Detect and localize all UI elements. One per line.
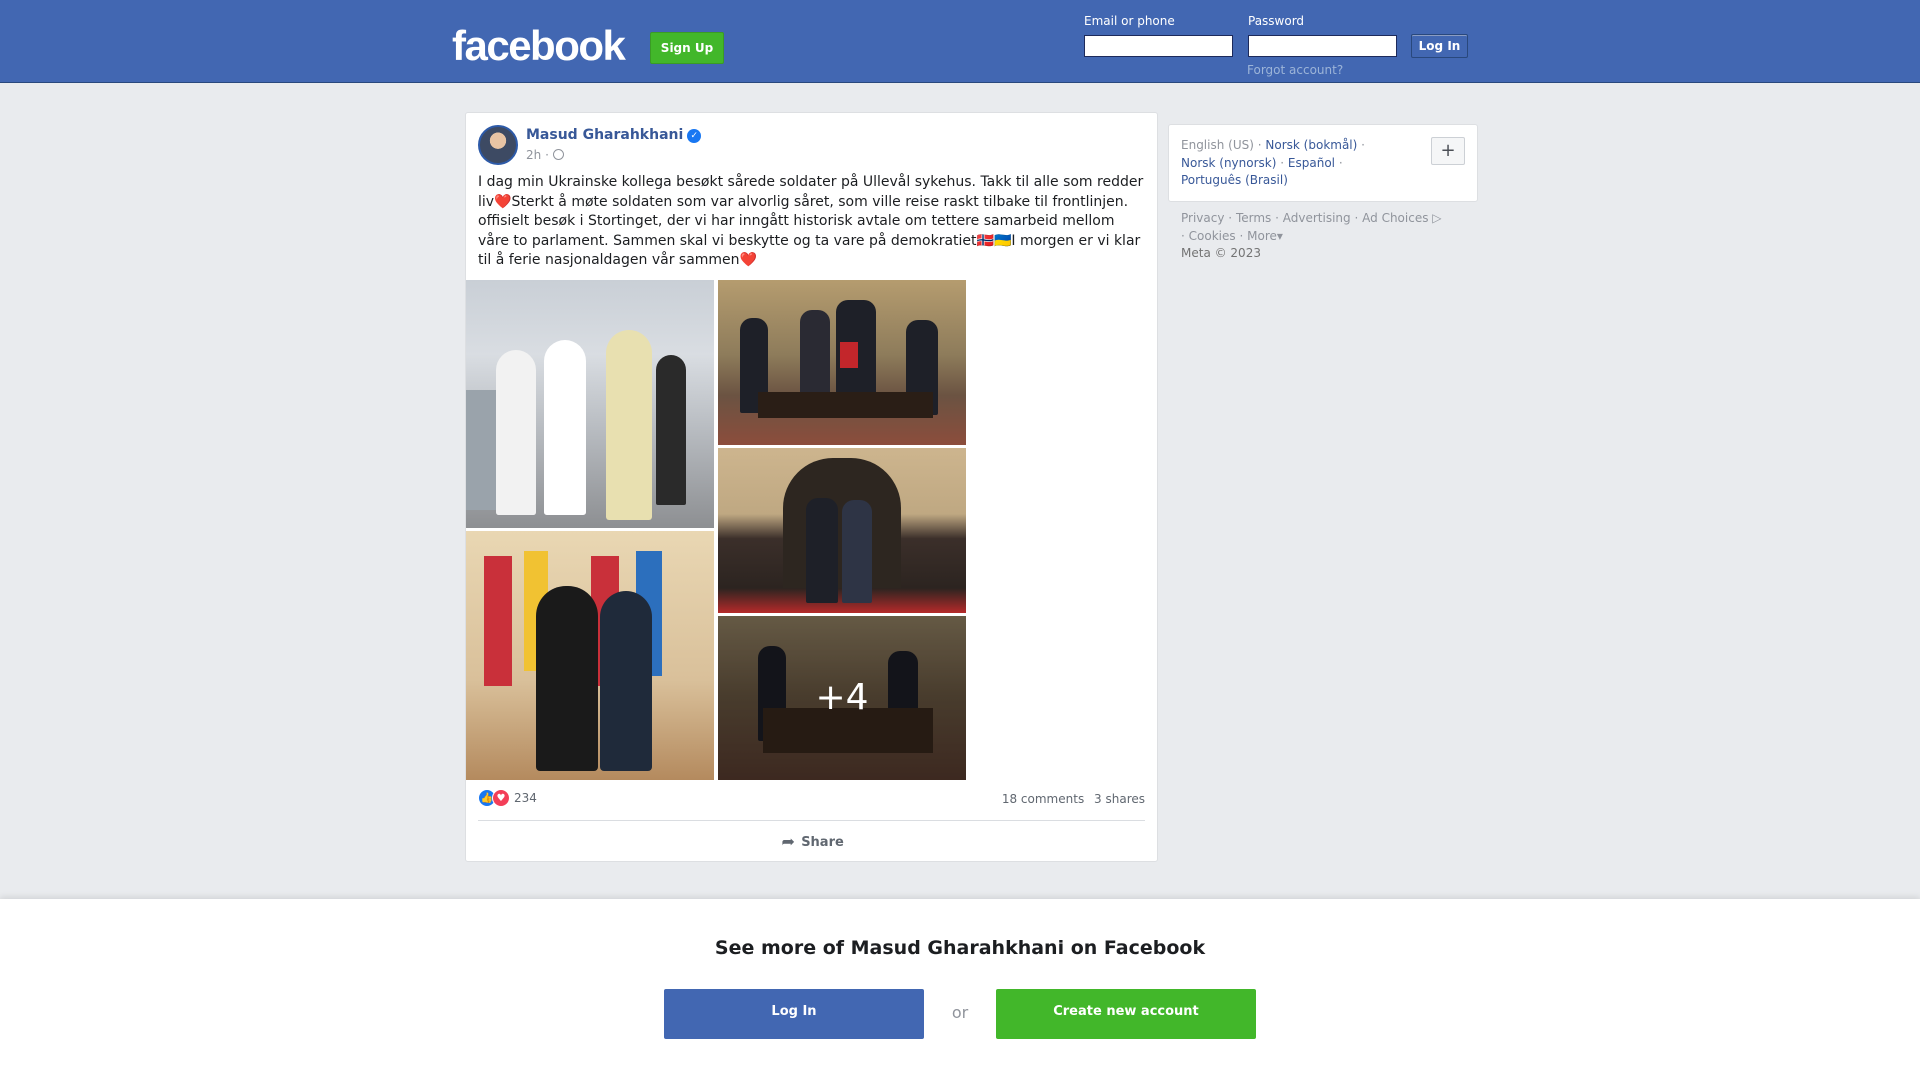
post-author-row: Masud Gharahkhani ✓ [526, 127, 702, 143]
share-label: Share [801, 835, 844, 850]
post-author[interactable]: Masud Gharahkhani [526, 127, 683, 143]
password-label: Password [1248, 14, 1305, 28]
avatar[interactable] [478, 125, 518, 165]
photo-4[interactable] [466, 531, 714, 780]
comments-count[interactable]: 18 comments [1002, 792, 1084, 806]
or-label: or [951, 1003, 969, 1022]
reaction-count: 234 [514, 791, 537, 805]
footer-link-more[interactable]: More [1247, 229, 1277, 243]
login-button[interactable]: Log In [1411, 34, 1468, 58]
top-bar: facebook Sign Up Email or phone Password… [0, 0, 1920, 83]
caret-down-icon: ▾ [1276, 228, 1283, 243]
email-field[interactable] [1084, 35, 1233, 57]
language-link-norsk-bokmal[interactable]: Norsk (bokmål) [1265, 138, 1357, 152]
post-card: Masud Gharahkhani ✓ 2h · I dag min Ukrain… [465, 112, 1158, 862]
footer-link-ad-choices[interactable]: Ad Choices [1362, 211, 1428, 225]
banner-title: See more of Masud Gharahkhani on Faceboo… [714, 937, 1206, 959]
share-button[interactable]: ➦ Share [466, 828, 1157, 856]
photo-3[interactable] [718, 448, 966, 613]
photo-2[interactable] [718, 280, 966, 445]
facebook-logo[interactable]: facebook [452, 22, 626, 70]
divider [478, 820, 1145, 821]
reactions-summary[interactable]: 👍 ♥ 234 [478, 789, 537, 807]
post-time[interactable]: 2h [526, 148, 541, 162]
banner-login-button[interactable]: Log In [664, 989, 924, 1039]
photo-5[interactable]: +4 [718, 616, 966, 780]
more-languages-button[interactable]: + [1431, 137, 1465, 165]
ad-choices-icon: ▷ [1428, 211, 1442, 225]
email-label: Email or phone [1084, 14, 1175, 28]
forgot-account-link[interactable]: Forgot account? [1247, 63, 1343, 77]
post-stats: 18 comments 3 shares [996, 792, 1145, 806]
create-account-button[interactable]: Create new account [996, 989, 1256, 1039]
globe-icon [552, 149, 564, 160]
footer-links: Privacy · Terms · Advertising · Ad Choic… [1181, 211, 1442, 260]
copyright: Meta © 2023 [1181, 246, 1261, 260]
verified-badge-icon: ✓ [687, 129, 702, 143]
post-text: I dag min Ukrainske kollega besøkt såred… [478, 174, 1144, 268]
post-meta: 2h · [526, 148, 564, 162]
love-reaction-icon: ♥ [492, 789, 510, 807]
language-link-espanol[interactable]: Español [1288, 156, 1335, 170]
language-link-portugues[interactable]: Português (Brasil) [1181, 173, 1288, 187]
meta-separator: · [545, 148, 549, 162]
share-icon: ➦ [781, 832, 795, 851]
photo-1[interactable] [466, 280, 714, 528]
current-language: English (US) [1181, 138, 1254, 152]
signup-button[interactable]: Sign Up [650, 32, 724, 64]
language-link-norsk-nynorsk[interactable]: Norsk (nynorsk) [1181, 156, 1276, 170]
photo-grid: +4 [466, 280, 966, 780]
footer-link-terms[interactable]: Terms [1236, 211, 1271, 225]
language-selector: English (US) · Norsk (bokmål) · Norsk (n… [1168, 124, 1478, 202]
bottom-login-banner: See more of Masud Gharahkhani on Faceboo… [0, 899, 1920, 1080]
password-field[interactable] [1248, 35, 1397, 57]
footer-link-privacy[interactable]: Privacy [1181, 211, 1224, 225]
footer-link-advertising[interactable]: Advertising [1283, 211, 1351, 225]
footer-link-cookies[interactable]: Cookies [1189, 229, 1236, 243]
shares-count[interactable]: 3 shares [1094, 792, 1145, 806]
more-photos-overlay[interactable]: +4 [718, 616, 966, 780]
language-list: English (US) · Norsk (bokmål) · Norsk (n… [1181, 138, 1365, 187]
